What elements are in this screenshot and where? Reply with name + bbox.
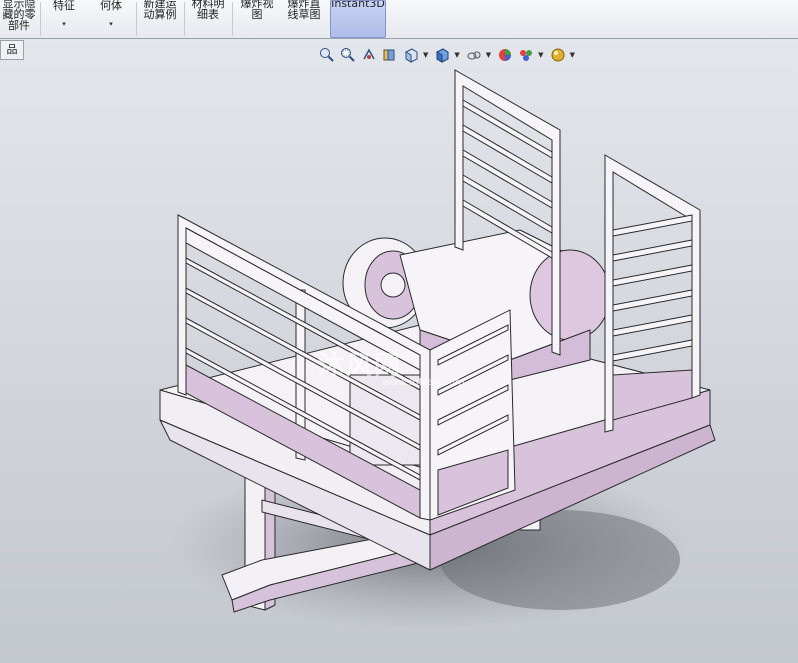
button-label: 部件 [8, 19, 30, 32]
reference-geometry-button[interactable]: 何体 ▾ [90, 0, 132, 38]
rail-bar [612, 264, 693, 287]
rail-bar [612, 339, 693, 362]
command-manager-ribbon: 显示隐 藏的零 部件 特征 ▾ 何体 ▾ 新建运 动算例 材料明 细表 爆炸视 … [0, 0, 798, 39]
ribbon-divider [136, 2, 137, 36]
chevron-down-icon[interactable]: ▾ [44, 19, 84, 30]
hide-show-items-icon[interactable] [465, 46, 483, 64]
chevron-down-icon[interactable]: ▾ [90, 19, 132, 30]
zoom-to-fit-icon[interactable] [318, 46, 336, 64]
ribbon-divider [232, 2, 233, 36]
ribbon-divider [184, 2, 185, 36]
heads-up-view-toolbar: ▼ ▼ ▼ ▼ ▼ [318, 44, 580, 66]
ribbon-divider [40, 2, 41, 36]
chevron-down-icon[interactable]: ▼ [486, 51, 491, 59]
view-orientation-icon[interactable] [402, 46, 420, 64]
button-label: 动算例 [143, 8, 177, 21]
exploded-view-button[interactable]: 爆炸视 图 [234, 0, 280, 38]
instant3d-button[interactable]: Instant3D [330, 0, 386, 38]
edit-appearance-icon[interactable] [496, 46, 514, 64]
rail-bar [612, 214, 693, 237]
zoom-area-icon[interactable] [339, 46, 357, 64]
assembly-features-button[interactable]: 特征 ▾ [44, 0, 84, 38]
explode-line-sketch-button[interactable]: 爆炸直 线草图 [282, 0, 326, 38]
rail-bar [612, 239, 693, 262]
rail-bar [612, 314, 693, 337]
rail-bar [462, 124, 553, 184]
chevron-down-icon[interactable]: ▼ [538, 51, 543, 59]
previous-view-icon[interactable] [360, 46, 378, 64]
button-label: 图 [251, 8, 263, 21]
chevron-down-icon[interactable]: ▼ [570, 51, 575, 59]
rail-bar [462, 149, 553, 209]
button-label: Instant3D [331, 0, 385, 10]
chevron-down-icon[interactable]: ▼ [454, 51, 459, 59]
new-motion-study-button[interactable]: 新建运 动算例 [138, 0, 182, 38]
watermark-url: www.mfcad.com [382, 377, 465, 388]
apply-scene-icon[interactable] [517, 46, 535, 64]
button-label: 线草图 [287, 8, 321, 21]
shaft [380, 272, 406, 298]
display-style-icon[interactable] [433, 46, 451, 64]
button-label: 何体 [100, 0, 122, 12]
chevron-down-icon[interactable]: ▼ [423, 51, 428, 59]
rail-bar [612, 289, 693, 312]
button-label: 特征 [53, 0, 75, 12]
view-settings-icon[interactable] [549, 46, 567, 64]
graphics-area[interactable]: 沐风网 www.mfcad.com [0, 39, 798, 663]
show-hidden-components-button[interactable]: 显示隐 藏的零 部件 [0, 0, 38, 38]
rail-bar [462, 174, 553, 234]
button-label: 细表 [197, 8, 219, 21]
belt-guard-end [529, 249, 611, 341]
section-view-icon[interactable] [381, 46, 399, 64]
bill-of-materials-button[interactable]: 材料明 细表 [186, 0, 230, 38]
feature-tree-tab[interactable]: 品 [0, 40, 24, 60]
